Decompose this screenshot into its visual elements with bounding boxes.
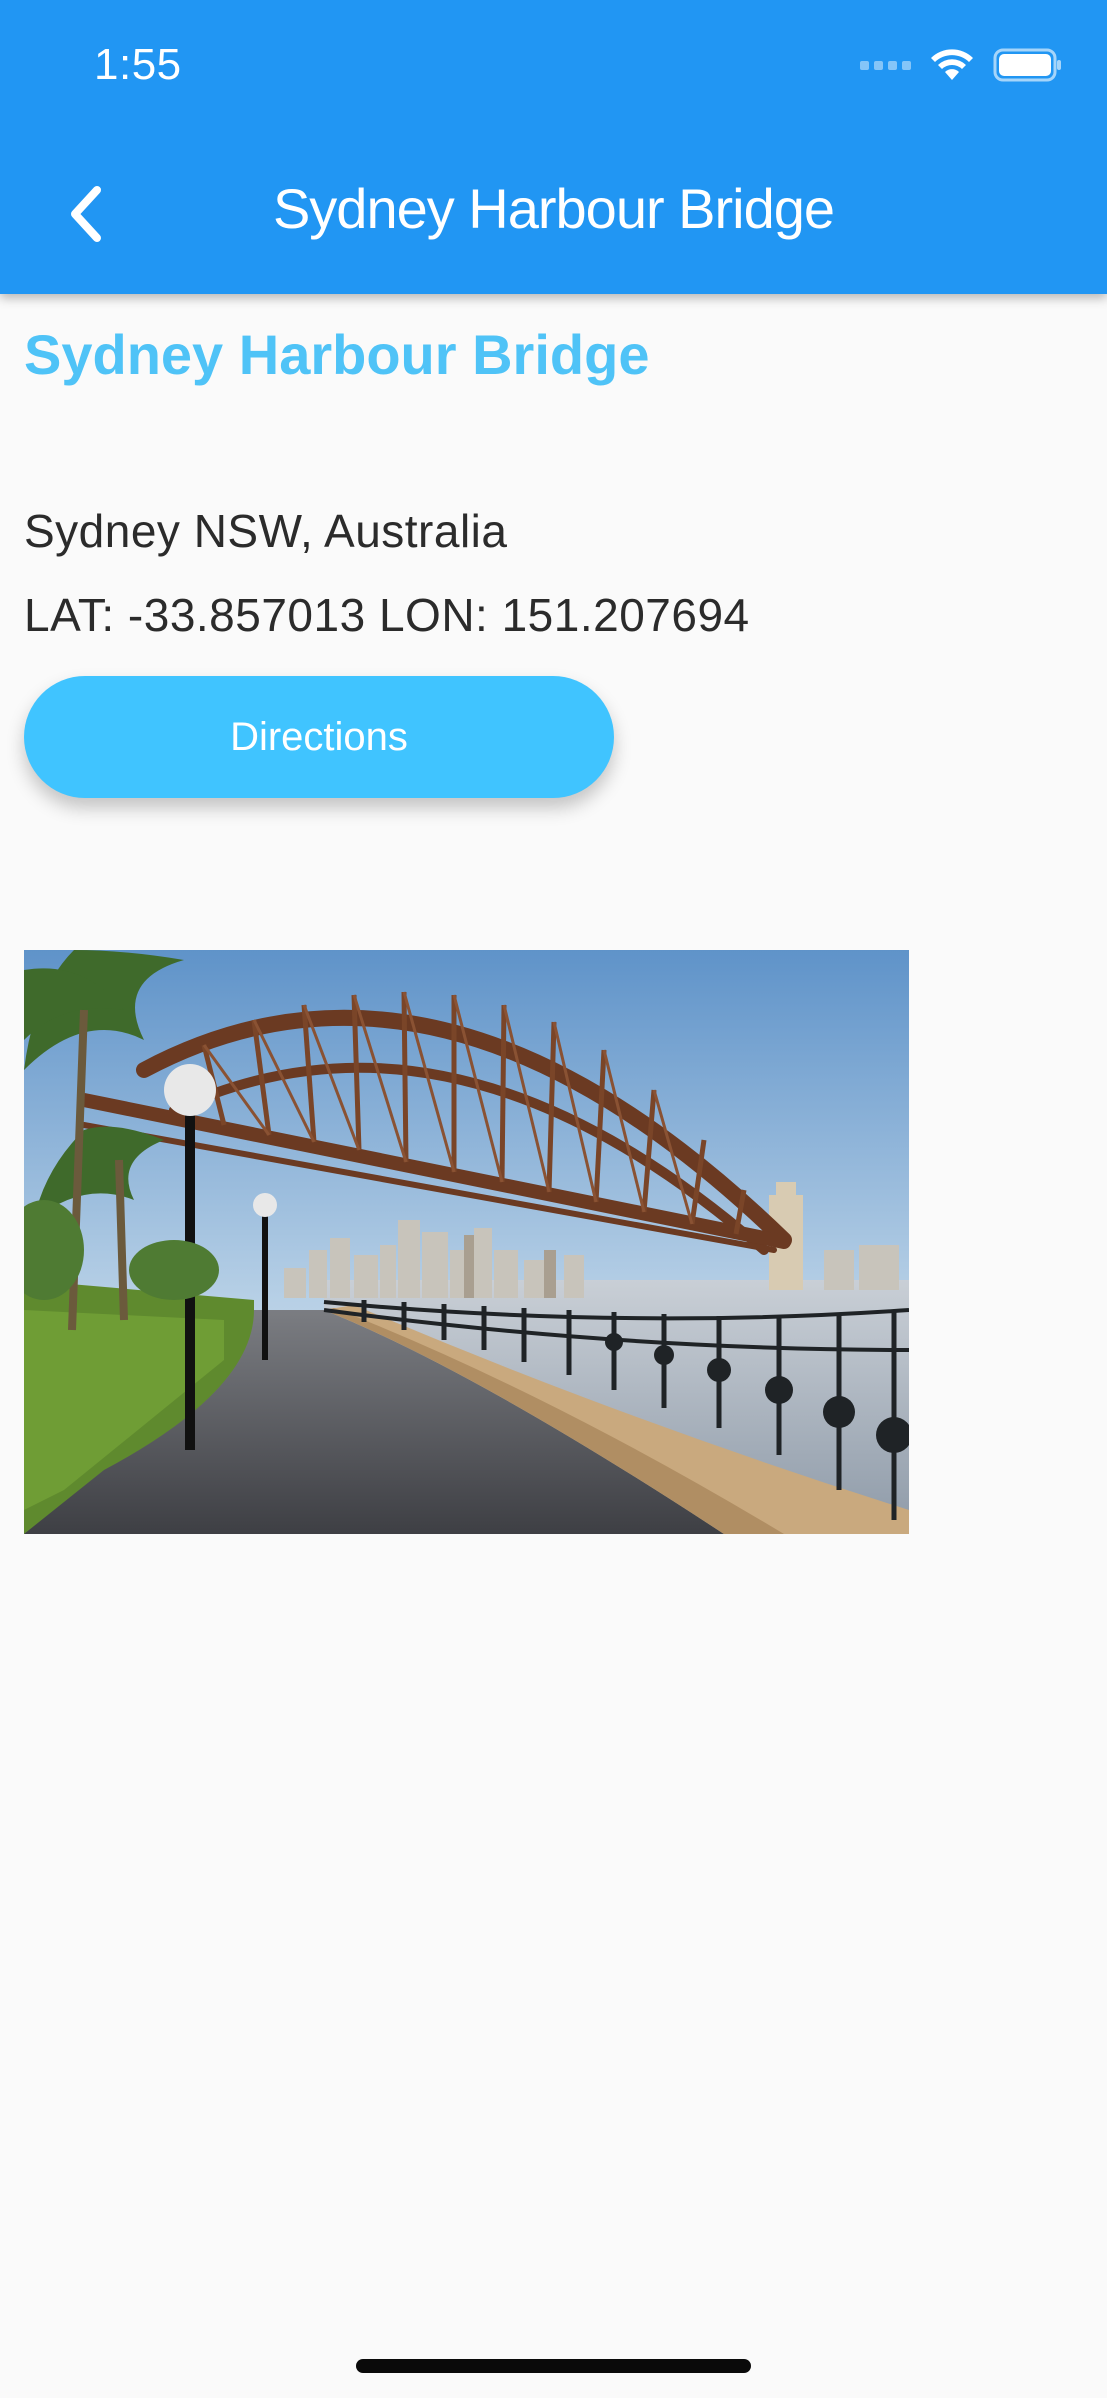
place-name: Sydney Harbour Bridge <box>24 323 650 386</box>
battery-icon <box>993 48 1061 82</box>
home-indicator[interactable] <box>356 2359 751 2373</box>
app-bar: 1:55 Sydney Harbour Bridge <box>0 0 1107 294</box>
page-title: Sydney Harbour Bridge <box>272 177 835 240</box>
harbour-bridge-image <box>24 950 909 1534</box>
status-time: 1:55 <box>94 40 182 89</box>
place-address: Sydney NSW, Australia <box>24 505 508 557</box>
place-photo <box>24 950 909 1534</box>
status-icons <box>860 48 1063 82</box>
directions-button[interactable]: Directions <box>24 676 614 798</box>
wifi-icon <box>931 49 973 80</box>
place-coordinates: LAT: -33.857013 LON: 151.207694 <box>24 589 750 641</box>
screen: 1:55 Sydney Harbour Bridge Sydney Harbou… <box>0 0 1107 2398</box>
signal-dots-icon <box>860 60 911 70</box>
